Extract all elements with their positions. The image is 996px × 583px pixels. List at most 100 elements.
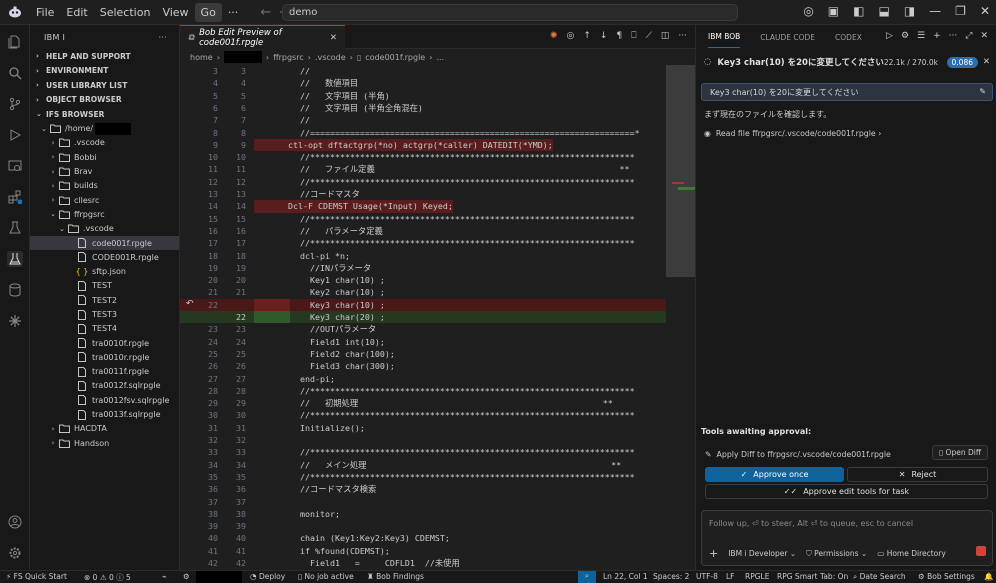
tree-item[interactable]: › HACDTA [30,422,179,436]
tree-item[interactable]: › Brav [30,164,179,178]
read-file-item[interactable]: ◉ Read file ffrpgsrc/.vscode/code001f.rpg… [704,129,881,138]
tree-item[interactable]: TEST [30,279,179,293]
menu-more[interactable]: ··· [222,3,245,22]
tree-item[interactable]: tra0011f.rpgle [30,365,179,379]
back-arrow-icon[interactable]: ← [260,5,271,20]
account-icon[interactable] [7,514,23,530]
tree-item[interactable]: tra0010f.rpgle [30,336,179,350]
code-editor[interactable]: 33 //4 4 // 数値項目 5 5 // 文字項目 (半角) 6 6 // 文字項目… [180,65,666,570]
zoom-icon[interactable]: ⌕ [578,571,596,583]
open-diff-button[interactable]: ▯ Open Diff [932,445,988,460]
menu-edit[interactable]: Edit [60,3,93,22]
language-mode[interactable]: RPGLE [745,572,769,581]
plug-icon[interactable]: ⌁ [162,572,167,581]
paragraph-icon[interactable]: ¶ [616,31,622,41]
problems-item[interactable]: ⊗ 0 ⚠ 0 ⓘ 5 [84,572,131,583]
tree-item[interactable]: tra0010r.rpgle [30,350,179,364]
more-actions-icon[interactable]: ··· [158,33,167,42]
quick-start-item[interactable]: ⚡ FS Quick Start [6,572,67,581]
extensions-icon[interactable] [7,189,23,205]
mode-selector[interactable]: IBM i Developer ⌄ [728,549,796,558]
smart-tab[interactable]: RPG Smart Tab: On [777,572,848,581]
tree-item[interactable]: ⌄ ffrpgsrc [30,207,179,221]
menu-view[interactable]: View [156,3,194,22]
notifications-icon[interactable]: 🔔 [984,572,993,581]
section-help-and-support[interactable]: › HELP AND SUPPORT [30,49,179,64]
home-directory-selector[interactable]: ▭ Home Directory [877,549,946,558]
tab-claude-code[interactable]: CLAUDE CODE [760,33,815,42]
edit-message-icon[interactable]: ✎ [979,87,986,96]
remote-explorer-icon[interactable] [7,158,23,174]
breadcrumb-item[interactable]: .vscode [315,53,346,62]
tree-item[interactable]: › Bobbi [30,150,179,164]
approve-edit-tools-button[interactable]: ✓✓ Approve edit tools for task [705,484,988,499]
tree-item[interactable]: CODE001R.rpgle [30,250,179,264]
job-item[interactable]: ▯ No job active [298,572,354,581]
tree-item[interactable]: ⌄ /home/ [30,122,179,136]
date-search-item[interactable]: ⌕ Date Search [853,572,906,582]
tree-item[interactable]: › Handson [30,436,179,450]
run-icon[interactable]: ▷ [886,31,893,41]
eol[interactable]: LF [726,572,735,581]
tree-item[interactable]: TEST2 [30,293,179,307]
copilot-icon[interactable]: ◎ [803,4,813,18]
tree-item[interactable]: › .vscode [30,136,179,150]
layout-icon[interactable]: ▣ [828,4,839,18]
section-object-browser[interactable]: › OBJECT BROWSER [30,93,179,108]
bob-icon[interactable] [7,313,23,329]
toggle-secondary-sidebar-icon[interactable]: ◨ [904,4,915,18]
tree-item[interactable]: code001f.rpgle [30,235,179,251]
restore-icon[interactable]: ❐ [955,4,966,18]
tree-item[interactable]: TEST4 [30,322,179,336]
settings-icon[interactable] [7,545,23,561]
close-panel-icon[interactable]: ✕ [980,31,988,41]
settings-gear-icon[interactable]: ⚙ [183,572,190,581]
checklist-icon[interactable]: ☰ [917,31,925,41]
editor-tab-preview[interactable]: ⧉ Bob Edit Preview of code001f.rpgle ✕ [180,25,345,49]
close-task-icon[interactable]: ✕ [983,57,990,67]
bob-action-icon[interactable]: ✺ [550,31,558,41]
prev-change-icon[interactable]: ↑ [583,31,591,41]
breadcrumb-item[interactable]: ffrpgsrc [273,53,304,62]
chat-input[interactable]: Follow up, ⏎ to steer, Alt ⏎ to queue, e… [701,510,993,566]
breadcrumb-item[interactable]: ... [436,53,444,62]
minimap-slider[interactable] [666,65,695,277]
tree-item[interactable]: { } sftp.json [30,264,179,278]
split-editor-icon[interactable]: ◫ [661,31,670,41]
run-debug-icon[interactable] [7,127,23,143]
tree-item[interactable]: tra0012fsv.sqlrpgle [30,393,179,407]
stop-button[interactable] [976,546,986,556]
tree-item[interactable]: › builds [30,179,179,193]
toggle-panel-icon[interactable]: ⬓ [878,4,889,18]
more-editor-actions-icon[interactable]: ··· [678,31,687,41]
new-chat-icon[interactable]: + [933,31,941,41]
source-control-icon[interactable] [7,96,23,112]
approve-once-button[interactable]: ✓ Approve once [705,467,844,482]
menu-go[interactable]: Go [194,2,222,22]
indentation[interactable]: Spaces: 2 [653,572,689,581]
tab-codex[interactable]: CODEX [835,33,862,42]
menu-file[interactable]: File [30,3,60,22]
command-center-search[interactable]: demo [282,4,738,21]
section-ifs-browser[interactable]: ⌄ IFS BROWSER [30,107,179,122]
reject-button[interactable]: ✕ Reject [847,467,988,482]
tab-ibm-bob[interactable]: IBM BOB [708,32,741,48]
testing-icon[interactable] [7,220,23,236]
more-icon[interactable]: ··· [949,31,958,41]
wand-icon[interactable]: ⟋ [646,31,652,41]
files-icon[interactable] [7,34,23,50]
copilot-action-icon[interactable]: ◎ [566,31,574,41]
ibmi-icon[interactable] [7,251,23,267]
tree-item[interactable]: tra0012f.sqlrpgle [30,379,179,393]
close-window-icon[interactable]: ✕ [980,4,990,18]
minimap[interactable] [666,65,695,570]
database-icon[interactable] [7,282,23,298]
minimize-icon[interactable]: — [929,4,941,18]
revert-change-icon[interactable]: ↶ [186,299,194,309]
menu-selection[interactable]: Selection [94,3,157,22]
tree-item[interactable]: tra0013f.sqlrpgle [30,407,179,421]
permissions-selector[interactable]: ⛉ Permissions ⌄ [806,549,867,559]
findings-item[interactable]: ♜ Bob Findings [367,572,424,581]
tree-item[interactable]: ⌄ .vscode [30,222,179,236]
section-environment[interactable]: › ENVIRONMENT [30,64,179,79]
